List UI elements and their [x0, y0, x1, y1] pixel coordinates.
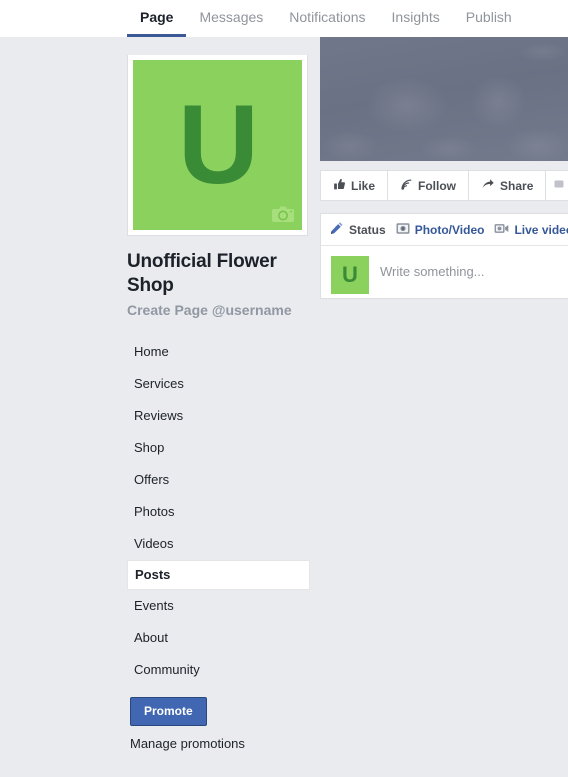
- profile-picture-letter: U: [178, 82, 259, 207]
- post-composer: Status Photo/Video Live video U Write so…: [320, 213, 568, 299]
- sidebar-item-events[interactable]: Events: [127, 590, 310, 622]
- profile-picture[interactable]: U: [133, 60, 302, 230]
- page-canvas: U Unofficial Flower Shop Create Page @us…: [0, 37, 568, 777]
- like-button-label: Like: [351, 178, 376, 193]
- sidebar-item-label: About: [134, 630, 168, 645]
- sidebar-navigation: Home Services Reviews Shop Offers Photos…: [127, 336, 310, 686]
- cover-photo[interactable]: [320, 37, 568, 161]
- sidebar-item-community[interactable]: Community: [127, 654, 310, 686]
- sidebar-item-label: Videos: [134, 536, 174, 551]
- tab-insights[interactable]: Insights: [379, 0, 453, 37]
- composer-avatar-letter: U: [342, 262, 358, 287]
- composer-avatar: U: [331, 256, 369, 294]
- tab-messages[interactable]: Messages: [186, 0, 276, 37]
- sidebar-item-label: Events: [134, 598, 174, 613]
- share-button[interactable]: Share: [469, 171, 547, 200]
- sidebar-item-label: Community: [134, 662, 200, 677]
- right-column: Like Follow Share Status Photo/Video Liv…: [320, 37, 568, 299]
- thumbs-up-icon: [333, 178, 346, 194]
- sidebar-item-label: Home: [134, 344, 169, 359]
- composer-tab-label: Live video: [514, 222, 568, 237]
- composer-input[interactable]: Write something...: [380, 256, 485, 279]
- promote-button[interactable]: Promote: [130, 697, 207, 726]
- follow-button-label: Follow: [418, 178, 457, 193]
- rss-icon: [400, 178, 413, 194]
- tab-notifications[interactable]: Notifications: [276, 0, 378, 37]
- sidebar-item-shop[interactable]: Shop: [127, 432, 310, 464]
- sidebar-item-label: Shop: [134, 440, 165, 455]
- tab-publish-label: Publish: [465, 9, 512, 25]
- pencil-icon: [330, 221, 344, 238]
- tab-insights-label: Insights: [391, 9, 440, 25]
- share-arrow-icon: [481, 178, 495, 194]
- page-username[interactable]: Create Page @username: [127, 302, 310, 318]
- page-title: Unofficial Flower Shop: [127, 251, 277, 296]
- sidebar-item-label: Services: [134, 376, 184, 391]
- composer-body: U Write something...: [321, 246, 568, 294]
- profile-picture-frame[interactable]: U: [127, 55, 308, 236]
- tab-messages-label: Messages: [199, 9, 264, 25]
- tab-notifications-label: Notifications: [289, 9, 366, 25]
- more-options-button[interactable]: [546, 171, 568, 200]
- sidebar-item-label: Posts: [135, 567, 171, 582]
- composer-tab-status[interactable]: Status: [330, 221, 386, 238]
- composer-tab-label: Status: [349, 222, 386, 237]
- follow-button[interactable]: Follow: [388, 171, 470, 200]
- sidebar-item-photos[interactable]: Photos: [127, 496, 310, 528]
- share-button-label: Share: [500, 178, 534, 193]
- sidebar-item-posts[interactable]: Posts: [127, 560, 310, 590]
- tab-page-label: Page: [140, 9, 174, 25]
- composer-tab-live-video[interactable]: Live video: [494, 222, 568, 238]
- video-camera-icon: [494, 222, 509, 238]
- page-action-bar: Like Follow Share: [320, 170, 568, 201]
- sidebar-item-label: Reviews: [134, 408, 184, 423]
- tab-publish[interactable]: Publish: [453, 0, 525, 37]
- sidebar-item-label: Photos: [134, 504, 175, 519]
- composer-tab-label: Photo/Video: [414, 222, 485, 237]
- composer-tab-photo-video[interactable]: Photo/Video: [396, 222, 485, 238]
- sidebar-item-offers[interactable]: Offers: [127, 464, 310, 496]
- sidebar-item-videos[interactable]: Videos: [127, 528, 310, 560]
- more-options-icon: [553, 178, 565, 193]
- top-navigation-bar: Page Messages Notifications Insights Pub…: [0, 0, 568, 37]
- like-button[interactable]: Like: [321, 171, 389, 200]
- manage-promotions-link[interactable]: Manage promotions: [130, 736, 310, 751]
- sidebar-item-home[interactable]: Home: [127, 336, 310, 368]
- camera-icon[interactable]: [270, 204, 296, 224]
- photo-camera-icon: [396, 222, 410, 238]
- sidebar-item-reviews[interactable]: Reviews: [127, 400, 310, 432]
- sidebar-item-about[interactable]: About: [127, 622, 310, 654]
- left-column: U Unofficial Flower Shop Create Page @us…: [127, 37, 310, 751]
- composer-tabs: Status Photo/Video Live video: [321, 214, 568, 246]
- tab-page[interactable]: Page: [127, 0, 187, 37]
- sidebar-item-label: Offers: [134, 472, 170, 487]
- sidebar-item-services[interactable]: Services: [127, 368, 310, 400]
